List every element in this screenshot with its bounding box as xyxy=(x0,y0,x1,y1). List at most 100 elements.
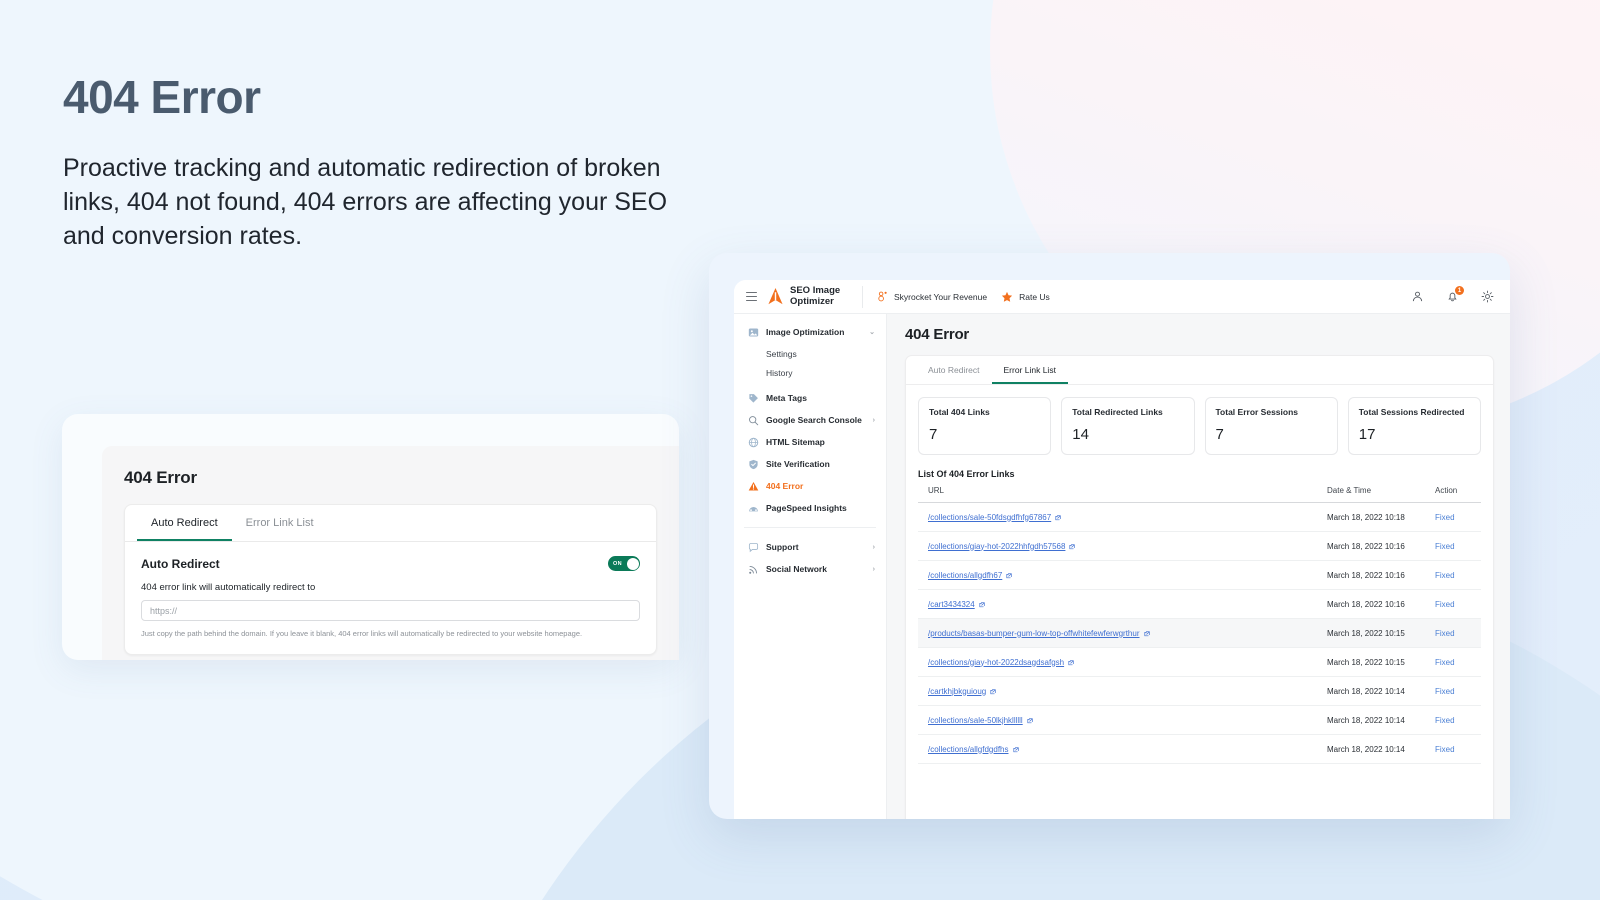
external-link-icon xyxy=(1069,544,1075,550)
chevron-right-icon: › xyxy=(873,566,875,573)
cell-action: Fixed xyxy=(1435,648,1481,677)
sidebar-item-image-optimization[interactable]: Image Optimization ⌄ xyxy=(734,322,886,342)
tag-icon xyxy=(748,393,759,404)
hamburger-menu-icon[interactable] xyxy=(746,292,757,302)
hero-section: 404 Error Proactive tracking and automat… xyxy=(63,72,678,253)
error-url-link[interactable]: /collections/sale-50fdsgdfhfg67867 xyxy=(928,513,1051,522)
fixed-link[interactable]: Fixed xyxy=(1435,687,1455,696)
cell-action: Fixed xyxy=(1435,503,1481,532)
sidebar-item-html-sitemap[interactable]: HTML Sitemap xyxy=(734,432,886,452)
app-window: SEO Image Optimizer Skyrocket Your Reven… xyxy=(734,280,1510,819)
search-icon xyxy=(748,415,759,426)
sidebar-divider xyxy=(744,527,876,528)
error-url-link[interactable]: /collections/giay-hot-2022dsagdsafgsh xyxy=(928,658,1064,667)
cell-date: March 18, 2022 10:16 xyxy=(1327,532,1435,561)
fixed-link[interactable]: Fixed xyxy=(1435,629,1455,638)
topbar-divider xyxy=(862,286,863,308)
main-page-title: 404 Error xyxy=(905,326,1494,343)
stat-card-total-redirected-links: Total Redirected Links 14 xyxy=(1061,397,1194,455)
column-header-url: URL xyxy=(918,486,1327,503)
app-window-frame: SEO Image Optimizer Skyrocket Your Reven… xyxy=(709,253,1510,819)
redirect-field-label: 404 error link will automatically redire… xyxy=(141,582,640,593)
notifications-button[interactable]: 1 xyxy=(1446,290,1459,303)
error-url-link[interactable]: /collections/giay-hot-2022hhfgdh57568 xyxy=(928,542,1065,551)
sidebar-label-meta-tags: Meta Tags xyxy=(766,393,807,403)
fixed-link[interactable]: Fixed xyxy=(1435,716,1455,725)
error-url-link[interactable]: /collections/allgdfh67 xyxy=(928,571,1002,580)
cell-date: March 18, 2022 10:16 xyxy=(1327,590,1435,619)
main-tabs: Auto Redirect Error Link List xyxy=(906,356,1493,385)
sidebar-item-social-network[interactable]: Social Network › xyxy=(734,559,886,579)
error-url-link[interactable]: /cart3434324 xyxy=(928,600,975,609)
error-url-link[interactable]: /cartkhjbkguioug xyxy=(928,687,986,696)
sidebar-label-settings: Settings xyxy=(766,349,797,359)
sidebar-item-settings[interactable]: Settings xyxy=(734,344,886,363)
stat-label: Total Redirected Links xyxy=(1072,407,1183,417)
auto-redirect-toggle[interactable]: ON xyxy=(608,556,640,571)
chat-icon xyxy=(748,542,759,553)
error-url-link[interactable]: /collections/allgfdgdfhs xyxy=(928,745,1009,754)
left-card-panel: Auto Redirect Error Link List Auto Redir… xyxy=(124,504,657,655)
error-url-link[interactable]: /products/basas-bumper-gum-low-top-offwh… xyxy=(928,629,1140,638)
fixed-link[interactable]: Fixed xyxy=(1435,600,1455,609)
fixed-link[interactable]: Fixed xyxy=(1435,542,1455,551)
skyrocket-revenue-button[interactable]: Skyrocket Your Revenue xyxy=(877,291,987,302)
sidebar-item-support[interactable]: Support › xyxy=(734,537,886,557)
person-icon xyxy=(1411,290,1424,303)
external-link-icon xyxy=(1144,631,1150,637)
sidebar-label-history: History xyxy=(766,368,792,378)
auto-redirect-preview-card: 404 Error Auto Redirect Error Link List … xyxy=(62,414,679,660)
seo-image-optimizer-logo-icon xyxy=(767,287,784,306)
error-url-link[interactable]: /collections/sale-50lkjhkllllll xyxy=(928,716,1023,725)
main-tab-auto-redirect[interactable]: Auto Redirect xyxy=(916,356,992,384)
fixed-link[interactable]: Fixed xyxy=(1435,745,1455,754)
sidebar-label-google-search-console: Google Search Console xyxy=(766,415,862,425)
auto-redirect-card-inner: 404 Error Auto Redirect Error Link List … xyxy=(102,446,679,660)
fixed-link[interactable]: Fixed xyxy=(1435,571,1455,580)
rate-us-button[interactable]: Rate Us xyxy=(1001,291,1050,303)
sidebar-item-google-search-console[interactable]: Google Search Console › xyxy=(734,410,886,430)
cell-url: /collections/giay-hot-2022dsagdsafgsh xyxy=(918,648,1327,677)
cell-url: /collections/sale-50lkjhkllllll xyxy=(918,706,1327,735)
cell-url: /products/basas-bumper-gum-low-top-offwh… xyxy=(918,619,1327,648)
cell-url: /cart3434324 xyxy=(918,590,1327,619)
left-card-body: Auto Redirect ON 404 error link will aut… xyxy=(125,542,656,654)
redirect-url-input[interactable]: https:// xyxy=(141,600,640,621)
app-body: Image Optimization ⌄ Settings History xyxy=(734,314,1510,819)
globe-icon xyxy=(748,437,759,448)
sidebar-item-404-error[interactable]: 404 Error xyxy=(734,476,886,496)
app-topbar: SEO Image Optimizer Skyrocket Your Reven… xyxy=(734,280,1510,314)
skyrocket-revenue-label: Skyrocket Your Revenue xyxy=(894,292,987,302)
sidebar-item-site-verification[interactable]: Site Verification xyxy=(734,454,886,474)
stat-value: 7 xyxy=(1216,426,1327,443)
toggle-state-label: ON xyxy=(613,561,622,567)
fixed-link[interactable]: Fixed xyxy=(1435,658,1455,667)
column-header-date: Date & Time xyxy=(1327,486,1435,503)
table-row: /products/basas-bumper-gum-low-top-offwh… xyxy=(918,619,1481,648)
account-button[interactable] xyxy=(1411,290,1424,303)
sidebar-item-pagespeed-insights[interactable]: PageSpeed Insights xyxy=(734,498,886,518)
auto-redirect-row: Auto Redirect ON xyxy=(141,556,640,571)
external-link-icon xyxy=(979,602,985,608)
notification-badge: 1 xyxy=(1455,286,1464,295)
stat-card-total-404-links: Total 404 Links 7 xyxy=(918,397,1051,455)
cell-url: /cartkhjbkguioug xyxy=(918,677,1327,706)
main-tab-error-link-list[interactable]: Error Link List xyxy=(992,356,1068,384)
table-body: /collections/sale-50fdsgdfhfg67867 March … xyxy=(918,503,1481,764)
cell-action: Fixed xyxy=(1435,706,1481,735)
speedometer-icon xyxy=(748,503,759,514)
table-row: /collections/sale-50fdsgdfhfg67867March … xyxy=(918,503,1481,532)
topbar-actions: 1 xyxy=(1411,290,1510,303)
table-row: /collections/giay-hot-2022hhfgdh57568 Mar… xyxy=(918,532,1481,561)
sidebar-item-history[interactable]: History xyxy=(734,363,886,382)
tab-auto-redirect[interactable]: Auto Redirect xyxy=(137,505,232,541)
sidebar: Image Optimization ⌄ Settings History xyxy=(734,314,887,819)
main-panel-body: Total 404 Links 7 Total Redirected Links… xyxy=(906,385,1493,764)
main-content: 404 Error Auto Redirect Error Link List … xyxy=(887,314,1510,819)
fixed-link[interactable]: Fixed xyxy=(1435,513,1455,522)
settings-button[interactable] xyxy=(1481,290,1494,303)
external-link-icon xyxy=(1027,718,1033,724)
tab-error-link-list[interactable]: Error Link List xyxy=(232,505,328,541)
sidebar-item-meta-tags[interactable]: Meta Tags xyxy=(734,388,886,408)
image-icon xyxy=(748,327,759,338)
